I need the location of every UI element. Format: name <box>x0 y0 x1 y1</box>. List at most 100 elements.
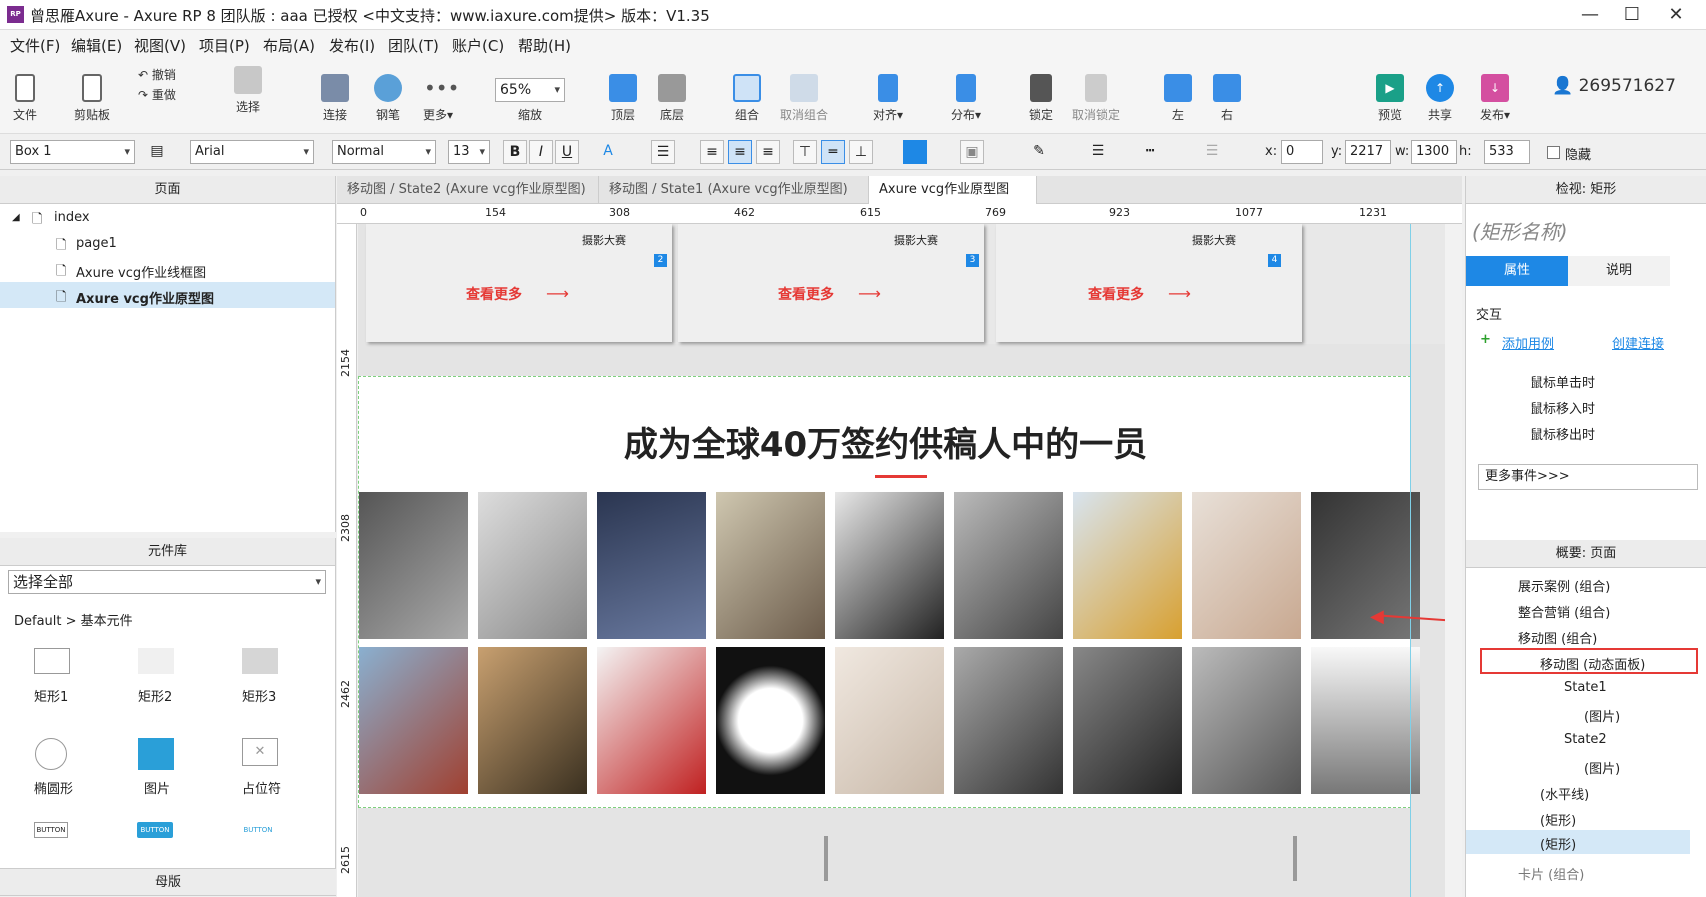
minimize-button[interactable]: — <box>1570 3 1610 27</box>
primary-button-widget[interactable]: BUTTON <box>137 822 173 838</box>
ungroup-button[interactable]: 取消组合 <box>779 74 829 123</box>
file-button[interactable]: 文件 <box>10 74 40 123</box>
select-button[interactable]: 选择 <box>223 66 273 115</box>
dock-left-button[interactable]: 左 <box>1163 74 1193 123</box>
event-mouse-leave[interactable]: 鼠标移出时 <box>1530 424 1595 443</box>
valign-middle-icon[interactable]: ═ <box>821 140 845 164</box>
bullet-list-icon[interactable]: ☰ <box>651 140 675 164</box>
connect-button[interactable]: 连接 <box>320 74 350 123</box>
add-case-link[interactable]: 添加用例 <box>1502 333 1554 352</box>
menu-view[interactable]: 视图(V) <box>134 35 186 56</box>
undo-button[interactable]: ↶ 撤销 <box>138 66 176 83</box>
shadow-icon[interactable]: ▣ <box>960 140 984 164</box>
menu-help[interactable]: 帮助(H) <box>518 35 571 56</box>
design-canvas[interactable]: 摄影大赛 2 查看更多 ⟶ 摄影大赛 3 查看更多 ⟶ 摄影大赛 4 查看更多 … <box>358 224 1445 897</box>
unlock-button[interactable]: 取消锁定 <box>1071 74 1121 123</box>
user-account[interactable]: 👤 269571627 <box>1552 76 1676 96</box>
image-widget-icon[interactable] <box>138 738 174 770</box>
tab-prototype[interactable]: Axure vcg作业原型图 <box>869 176 1037 204</box>
lock-button[interactable]: 锁定 <box>1026 74 1056 123</box>
placeholder-widget-icon[interactable]: ✕ <box>242 738 278 766</box>
outline-item-dynamic-panel[interactable]: 移动图 (动态面板) <box>1540 654 1645 673</box>
font-style-select[interactable]: Normal <box>332 140 436 164</box>
rectangle2-widget[interactable] <box>138 648 174 674</box>
publish-button[interactable]: ↓ 发布▾ <box>1475 74 1515 123</box>
outline-item[interactable]: (图片) <box>1584 706 1620 725</box>
align-button[interactable]: 对齐▾ <box>868 74 908 123</box>
arrow-style-icon[interactable]: ☰ <box>1200 140 1224 164</box>
align-right-icon[interactable]: ≡ <box>756 140 780 164</box>
rectangle3-widget[interactable] <box>242 648 278 674</box>
x-input[interactable]: 0 <box>1281 140 1323 164</box>
menu-layout[interactable]: 布局(A) <box>263 35 315 56</box>
close-button[interactable]: ✕ <box>1656 3 1696 27</box>
create-link[interactable]: 创建连接 <box>1612 333 1664 352</box>
event-mouse-enter[interactable]: 鼠标移入时 <box>1530 398 1595 417</box>
font-size-select[interactable]: 13 <box>448 140 490 164</box>
font-family-select[interactable]: Arial <box>190 140 314 164</box>
distribute-button[interactable]: 分布▾ <box>946 74 986 123</box>
library-group[interactable]: Default > 基本元件 <box>14 610 133 629</box>
more-button[interactable]: ••• 更多▾ <box>418 74 459 123</box>
menu-account[interactable]: 账户(C) <box>452 35 504 56</box>
menu-project[interactable]: 项目(P) <box>199 35 250 56</box>
view-more-link[interactable]: 查看更多 <box>466 284 522 304</box>
align-center-icon[interactable]: ≡ <box>728 140 752 164</box>
library-select[interactable]: 选择全部 <box>8 570 326 594</box>
page-prototype[interactable]: Axure vcg作业原型图 <box>76 288 214 307</box>
rectangle1-widget[interactable] <box>34 648 70 674</box>
bold-button[interactable]: B <box>503 140 527 164</box>
more-events-button[interactable]: 更多事件>>> <box>1478 464 1698 490</box>
widget-name-field[interactable]: Box 1 <box>10 140 135 164</box>
notes-tab[interactable]: 说明 <box>1568 256 1670 286</box>
font-color-icon[interactable]: A <box>596 140 620 164</box>
menu-file[interactable]: 文件(F) <box>10 35 60 56</box>
y-input[interactable]: 2217 <box>1345 140 1391 164</box>
line-weight-icon[interactable]: ☰ <box>1086 140 1110 164</box>
italic-button[interactable]: I <box>529 140 553 164</box>
ellipse-widget[interactable] <box>35 738 67 770</box>
outline-item[interactable]: (水平线) <box>1540 784 1589 803</box>
outline-item[interactable]: 卡片 (组合) <box>1518 864 1584 883</box>
link-button-widget[interactable]: BUTTON <box>240 822 276 838</box>
align-left-icon[interactable]: ≡ <box>700 140 724 164</box>
outline-item[interactable]: 展示案例 (组合) <box>1518 576 1610 595</box>
redo-button[interactable]: ↷ 重做 <box>138 86 176 103</box>
underline-button[interactable]: U <box>555 140 579 164</box>
outline-item[interactable]: (图片) <box>1584 758 1620 777</box>
outline-item-selected[interactable]: (矩形) <box>1540 834 1576 853</box>
valign-top-icon[interactable]: ⊤ <box>793 140 817 164</box>
canvas-scrollbar[interactable] <box>1445 224 1462 897</box>
valign-bottom-icon[interactable]: ⊥ <box>849 140 873 164</box>
outline-item[interactable]: 整合营销 (组合) <box>1518 602 1610 621</box>
zoom-select[interactable]: 65% <box>495 78 565 102</box>
menu-team[interactable]: 团队(T) <box>388 35 439 56</box>
h-input[interactable]: 533 <box>1484 140 1530 164</box>
outline-item[interactable]: State2 <box>1564 732 1607 747</box>
outline-item[interactable]: (矩形) <box>1540 810 1576 829</box>
hidden-checkbox[interactable] <box>1547 146 1560 159</box>
tab-state2[interactable]: 移动图 / State2 (Axure vcg作业原型图) <box>337 176 599 204</box>
card[interactable]: 摄影大赛 4 查看更多 ⟶ <box>996 224 1302 342</box>
widget-name-input[interactable]: (矩形名称) <box>1472 216 1568 245</box>
w-input[interactable]: 1300 <box>1411 140 1457 164</box>
collapse-icon[interactable]: ◢ <box>12 212 20 223</box>
bring-top-button[interactable]: 顶层 <box>608 74 638 123</box>
outline-item[interactable]: 移动图 (组合) <box>1518 628 1597 647</box>
card[interactable]: 摄影大赛 2 查看更多 ⟶ <box>366 224 672 342</box>
clipboard-button[interactable]: 剪贴板 <box>72 74 112 123</box>
line-color-icon[interactable]: ✎ <box>1027 140 1051 164</box>
line-style-icon[interactable]: ┅ <box>1138 140 1162 164</box>
pen-button[interactable]: 钢笔 <box>373 74 403 123</box>
page-wireframe[interactable]: Axure vcg作业线框图 <box>76 262 206 281</box>
menu-edit[interactable]: 编辑(E) <box>71 35 122 56</box>
send-bottom-button[interactable]: 底层 <box>657 74 687 123</box>
selected-box[interactable]: 成为全球40万签约供稿人中的一员 <box>358 376 1420 808</box>
format-painter-icon[interactable]: ▤ <box>145 140 169 164</box>
event-click[interactable]: 鼠标单击时 <box>1530 372 1595 391</box>
view-more-link[interactable]: 查看更多 <box>1088 284 1144 304</box>
group-button[interactable]: 组合 <box>732 74 762 123</box>
page-page1[interactable]: page1 <box>76 236 117 251</box>
view-more-link[interactable]: 查看更多 <box>778 284 834 304</box>
fill-color-icon[interactable] <box>903 140 927 164</box>
